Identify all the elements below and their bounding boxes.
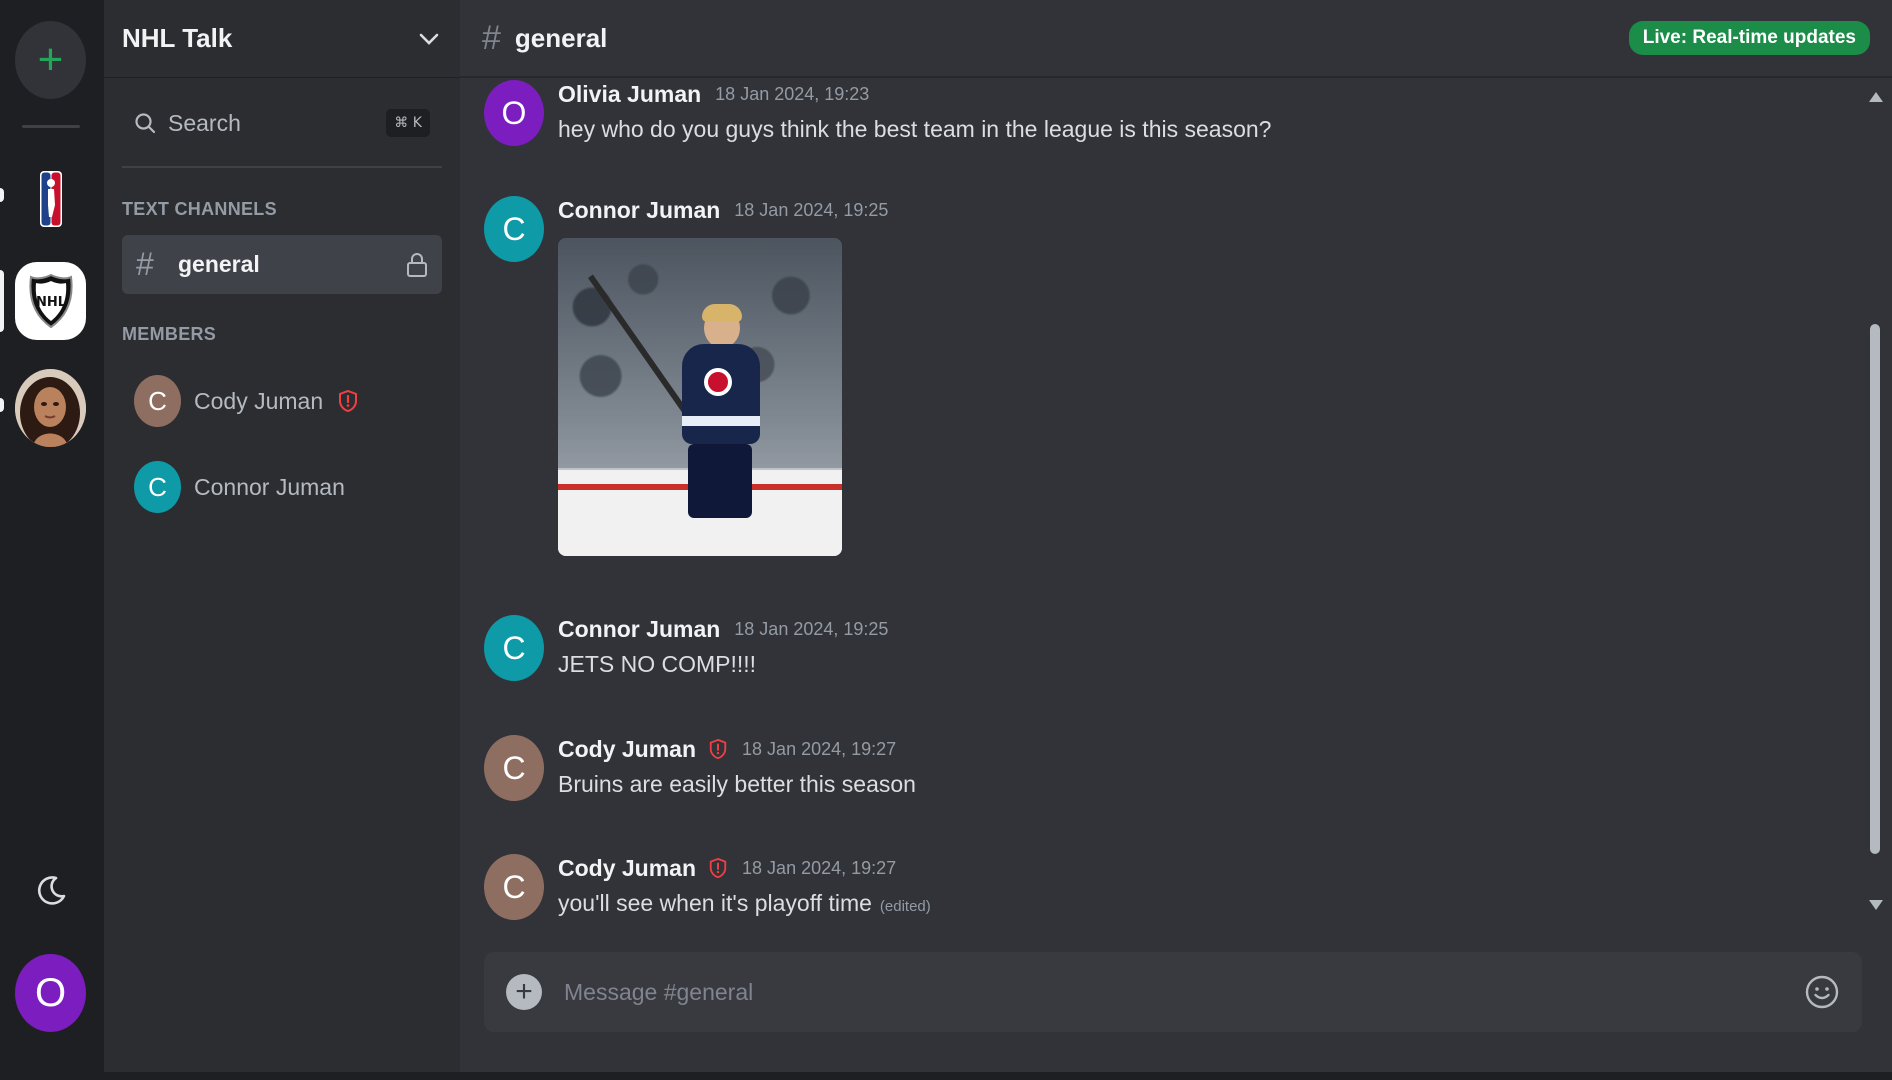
- message-timestamp: 18 Jan 2024, 19:27: [742, 857, 897, 878]
- text-channels-label: TEXT CHANNELS: [122, 199, 277, 219]
- server-unread-pill: [0, 188, 4, 202]
- avatar[interactable]: C: [484, 735, 544, 801]
- message-input[interactable]: [564, 978, 1804, 1006]
- current-user-avatar[interactable]: O: [15, 954, 86, 1032]
- add-server-button[interactable]: +: [15, 21, 86, 99]
- image-attachment[interactable]: [558, 238, 842, 556]
- moderator-shield-icon: [339, 389, 358, 413]
- member-connor-juman[interactable]: C Connor Juman: [134, 461, 345, 513]
- server-unread-pill: [0, 398, 4, 412]
- message-author[interactable]: Cody Juman: [558, 855, 696, 882]
- message-author[interactable]: Connor Juman: [558, 197, 720, 224]
- moon-icon[interactable]: [34, 874, 68, 908]
- server-nhl[interactable]: NHL: [15, 262, 86, 340]
- hockey-player-celebration-photo: [668, 304, 764, 518]
- avatar: C: [134, 375, 181, 427]
- scroll-up-arrow-icon[interactable]: [1869, 92, 1883, 102]
- message[interactable]: C Cody Juman 18 Jan 2024, 19:27 you'll s…: [484, 854, 931, 920]
- chevron-down-icon: [419, 33, 439, 45]
- channel-header: # general Live: Real-time updates: [460, 0, 1892, 78]
- message-timestamp: 18 Jan 2024, 19:23: [715, 83, 870, 104]
- server-selected-pill: [0, 270, 4, 332]
- plus-icon: +: [37, 35, 64, 84]
- app-window: + NHL O NHL Talk Search ⌘ K TEXT CHANNEL…: [0, 0, 1892, 1080]
- nhl-shield-logo-icon: NHL: [28, 273, 73, 329]
- search-label: Search: [168, 109, 241, 136]
- avatar[interactable]: C: [484, 854, 544, 920]
- server-name: NHL Talk: [122, 23, 233, 53]
- svg-text:NHL: NHL: [35, 295, 65, 310]
- message-author[interactable]: Connor Juman: [558, 616, 720, 643]
- message-list[interactable]: O Olivia Juman 18 Jan 2024, 19:23 hey wh…: [460, 80, 1860, 925]
- message-timestamp: 18 Jan 2024, 19:25: [734, 618, 889, 639]
- channel-general[interactable]: # general: [122, 235, 442, 294]
- message-scrollbar[interactable]: [1866, 86, 1884, 916]
- message-timestamp: 18 Jan 2024, 19:27: [742, 738, 897, 759]
- member-name: Cody Juman: [194, 387, 324, 414]
- search-icon: [135, 113, 156, 134]
- member-cody-juman[interactable]: C Cody Juman: [134, 375, 359, 427]
- message[interactable]: C Cody Juman 18 Jan 2024, 19:27 Bruins a…: [484, 735, 916, 801]
- members-label: MEMBERS: [122, 324, 217, 344]
- message-author[interactable]: Olivia Juman: [558, 81, 701, 108]
- message-text: JETS NO COMP!!!!: [558, 651, 757, 677]
- channel-title: general: [514, 22, 608, 53]
- message-text: Bruins are easily better this season: [558, 771, 916, 797]
- scrollbar-thumb[interactable]: [1870, 324, 1880, 854]
- hash-icon: #: [482, 18, 501, 57]
- message-composer: +: [484, 952, 1862, 1032]
- current-user-initial: O: [34, 970, 67, 1015]
- avatar[interactable]: O: [484, 80, 544, 146]
- server-rail: + NHL O: [0, 0, 104, 1072]
- server-header[interactable]: NHL Talk: [104, 0, 460, 78]
- moderator-shield-icon: [709, 857, 727, 879]
- rail-divider: [22, 125, 80, 128]
- window-bottom-edge: [0, 1072, 1892, 1080]
- server-profile-photo[interactable]: [15, 369, 86, 447]
- server-nba[interactable]: [15, 160, 86, 238]
- message[interactable]: C Connor Juman 18 Jan 2024, 19:25: [484, 196, 888, 556]
- hash-icon: #: [136, 246, 154, 282]
- avatar[interactable]: C: [484, 615, 544, 681]
- lock-icon: [407, 252, 427, 277]
- search-divider: [122, 166, 442, 168]
- avatar[interactable]: C: [484, 196, 544, 262]
- channel-name: general: [178, 251, 260, 277]
- message-timestamp: 18 Jan 2024, 19:25: [734, 199, 889, 220]
- avatar: C: [134, 461, 181, 513]
- nba-logo-icon: [39, 171, 62, 227]
- message-text-content: you'll see when it's playoff time: [558, 890, 872, 916]
- live-status-badge: Live: Real-time updates: [1628, 21, 1870, 55]
- chat-main: # general Live: Real-time updates O Oliv…: [460, 0, 1892, 1072]
- message-text: you'll see when it's playoff time (edited…: [558, 890, 931, 917]
- search-button[interactable]: Search ⌘ K: [122, 97, 442, 149]
- person-photo-icon: [15, 369, 86, 447]
- message[interactable]: C Connor Juman 18 Jan 2024, 19:25 JETS N…: [484, 615, 888, 681]
- channel-sidebar: NHL Talk Search ⌘ K TEXT CHANNELS # gene…: [104, 0, 460, 1072]
- message-author[interactable]: Cody Juman: [558, 736, 696, 763]
- message-text: hey who do you guys think the best team …: [558, 116, 1272, 142]
- message[interactable]: O Olivia Juman 18 Jan 2024, 19:23 hey wh…: [484, 80, 1271, 146]
- smiley-icon[interactable]: [1804, 974, 1840, 1010]
- scroll-down-arrow-icon[interactable]: [1869, 900, 1883, 910]
- plus-circle-icon[interactable]: +: [506, 974, 542, 1010]
- search-shortcut: ⌘ K: [386, 109, 430, 137]
- edited-label: (edited): [879, 898, 931, 915]
- moderator-shield-icon: [709, 738, 727, 760]
- member-name: Connor Juman: [194, 473, 345, 500]
